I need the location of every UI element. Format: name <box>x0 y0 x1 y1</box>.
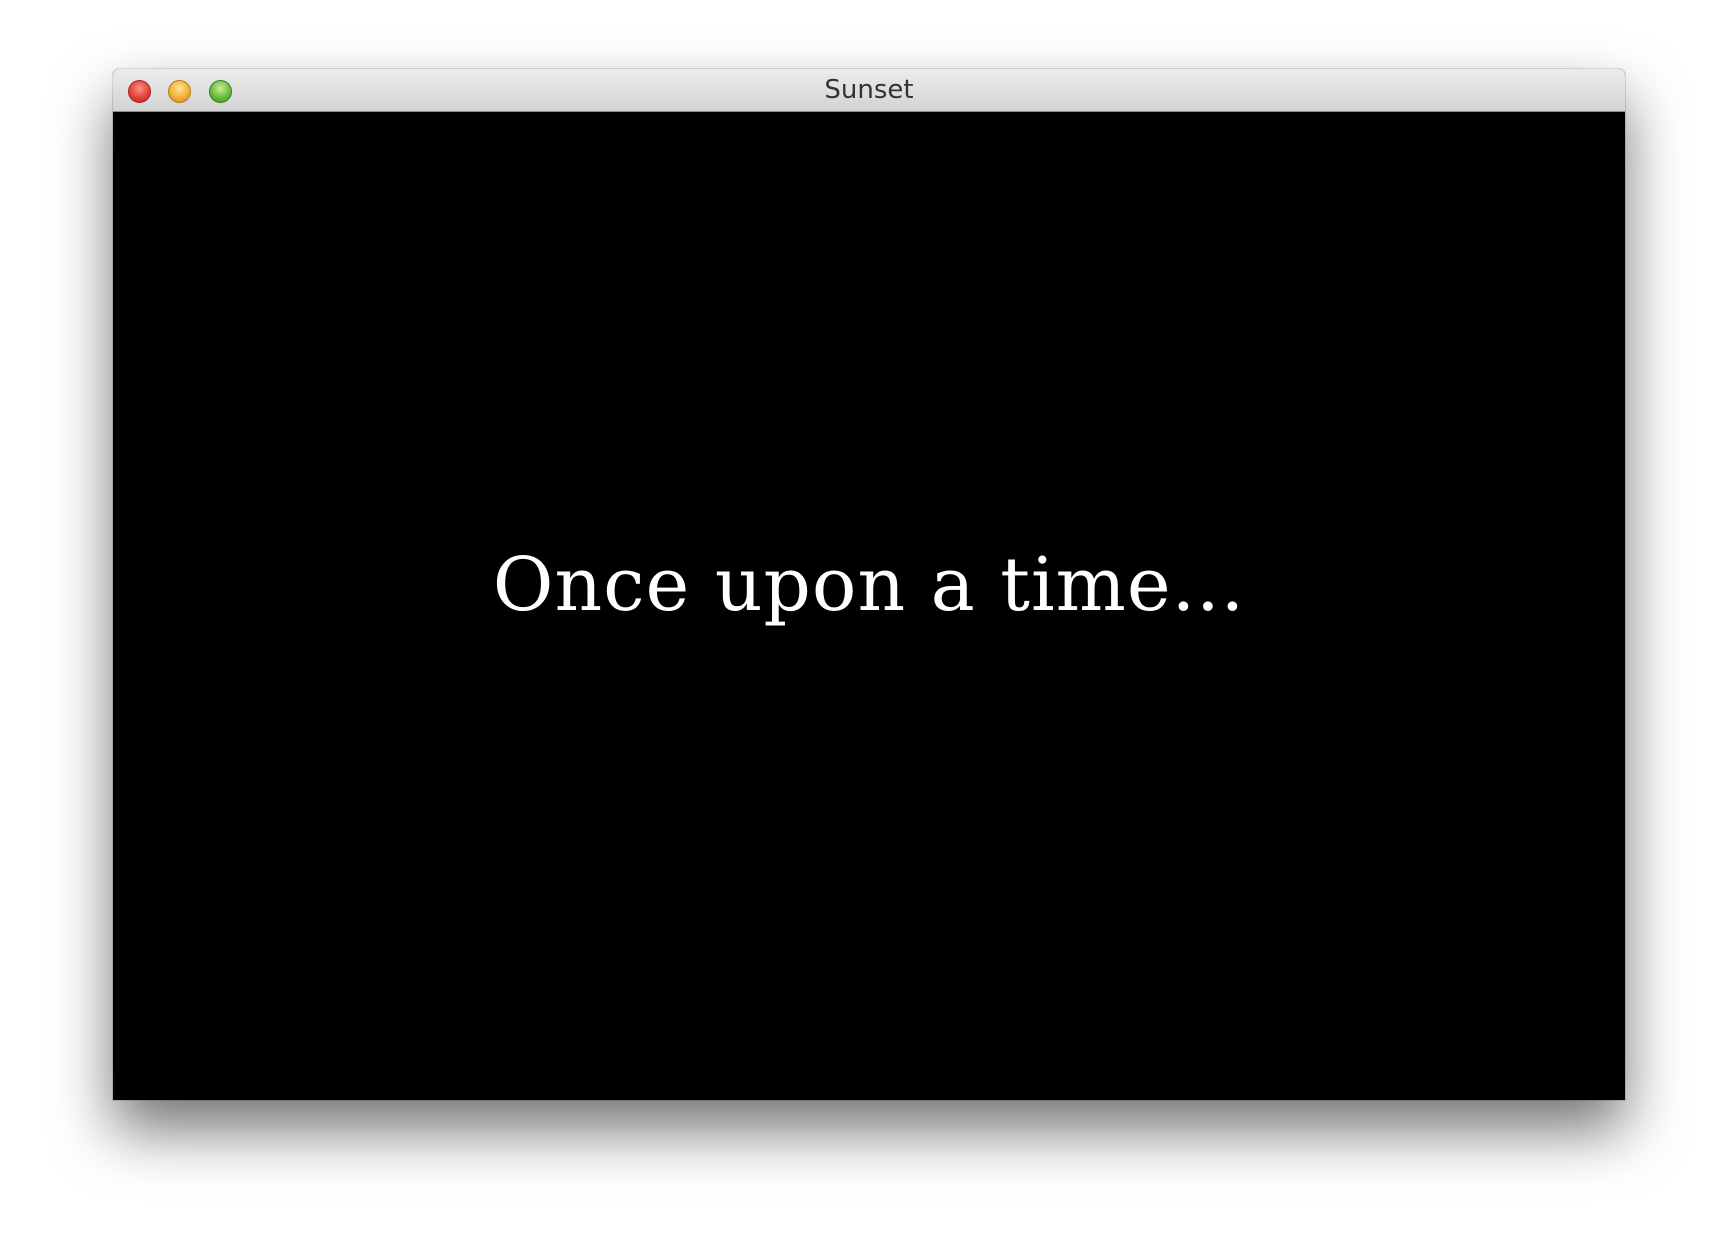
window-title: Sunset <box>824 75 914 105</box>
desktop: Sunset Once upon a time... <box>0 0 1736 1256</box>
story-text: Once upon a time... <box>492 542 1246 628</box>
app-window: Sunset Once upon a time... <box>113 69 1625 1100</box>
title-bar[interactable]: Sunset <box>113 69 1625 112</box>
story-canvas[interactable]: Once upon a time... <box>113 112 1625 1100</box>
